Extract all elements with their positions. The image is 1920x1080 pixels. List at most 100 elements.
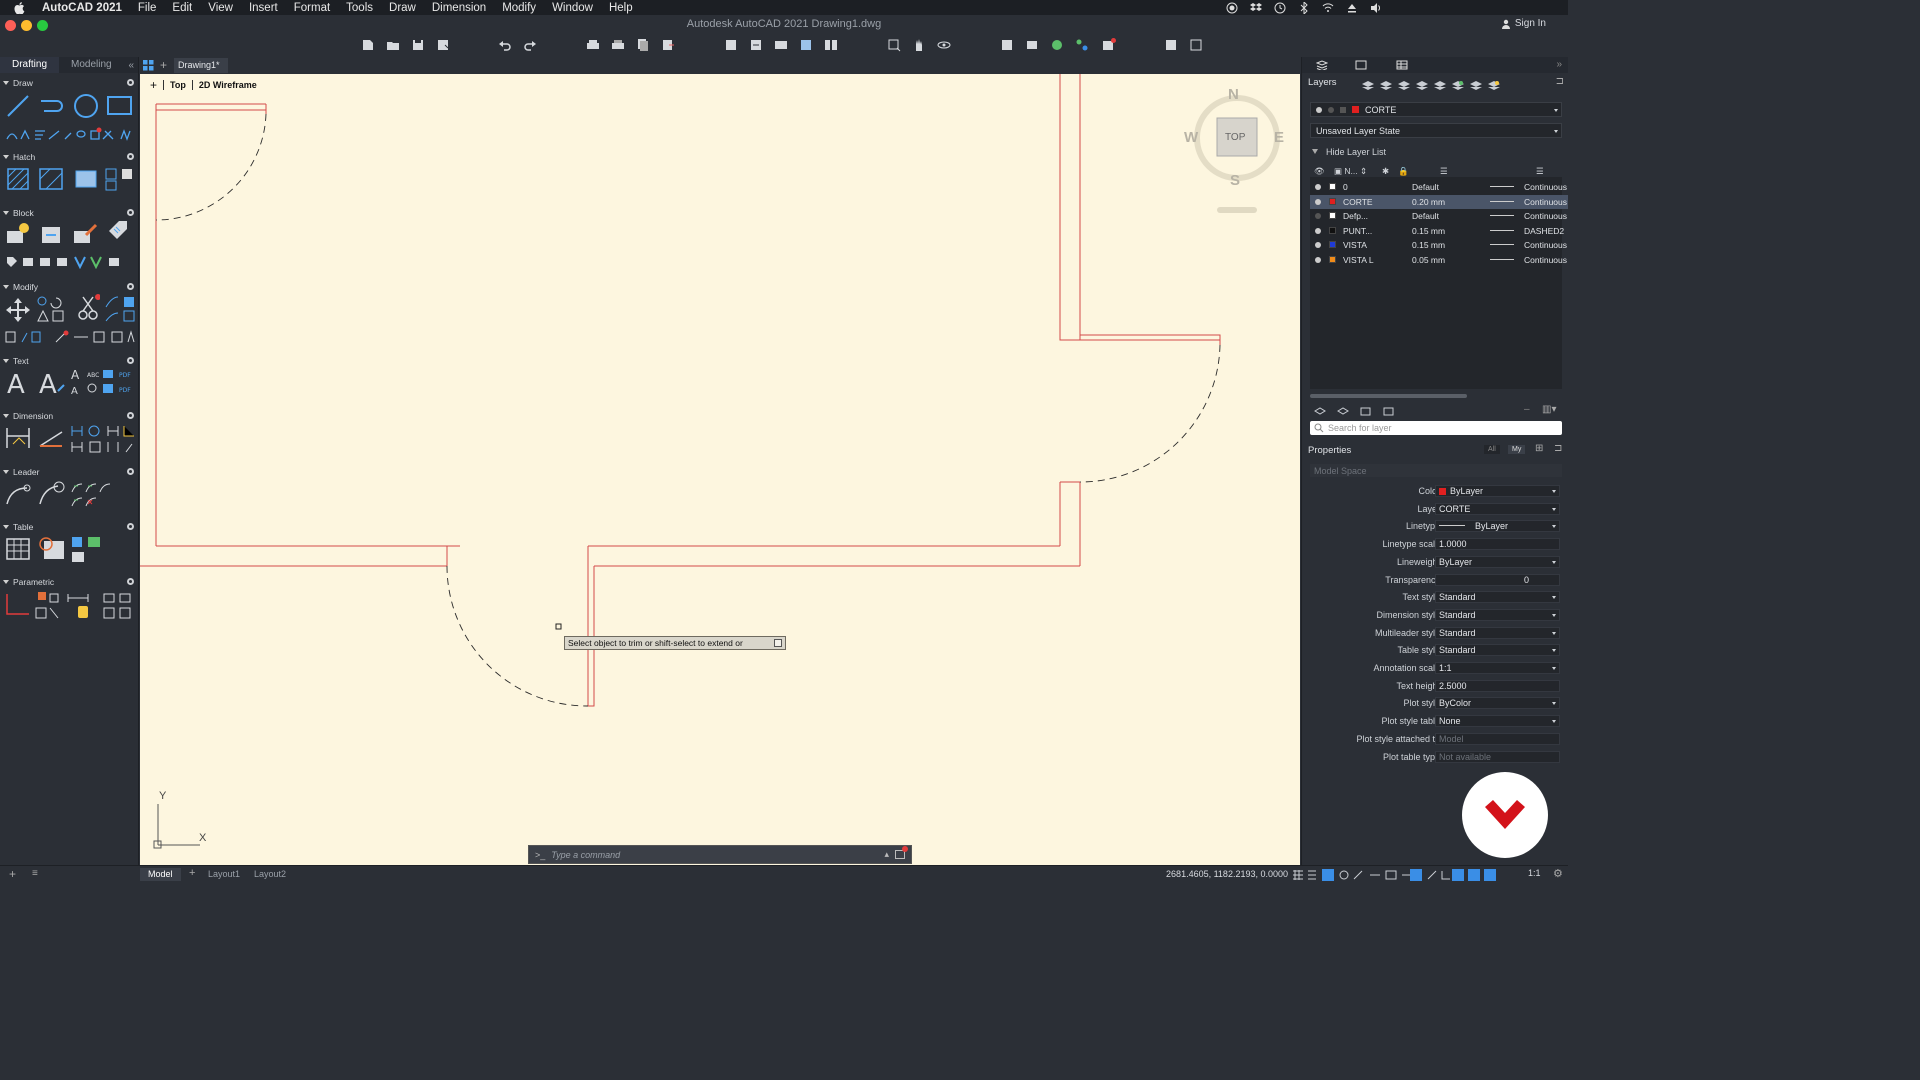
undo-icon[interactable] bbox=[498, 38, 512, 52]
section-collapse-icon[interactable] bbox=[3, 470, 9, 474]
layer-lineweight[interactable]: 0.05 mm bbox=[1412, 255, 1445, 265]
zoom-window-icon[interactable] bbox=[887, 38, 901, 52]
current-layer-dropdown[interactable]: CORTE bbox=[1310, 102, 1562, 117]
geometric-constraint-icon[interactable] bbox=[5, 592, 31, 618]
property-value[interactable]: 2.5000 bbox=[1435, 679, 1560, 692]
property-value[interactable]: Standard bbox=[1435, 608, 1560, 621]
command-input[interactable]: Type a command bbox=[551, 850, 620, 860]
layer-lineweight[interactable]: Default bbox=[1412, 182, 1439, 192]
layer-visibility-icon[interactable] bbox=[1315, 184, 1321, 190]
table-icon[interactable] bbox=[5, 537, 31, 561]
command-close-icon[interactable] bbox=[895, 846, 908, 859]
property-value[interactable]: ByLayer bbox=[1435, 485, 1560, 497]
compare-icon[interactable] bbox=[824, 38, 838, 52]
command-prompt-icon[interactable]: >_ bbox=[529, 850, 551, 860]
save-icon[interactable] bbox=[411, 38, 425, 52]
data-extraction-icon[interactable] bbox=[38, 535, 66, 561]
pan-icon[interactable] bbox=[912, 38, 926, 52]
layer-name[interactable]: PUNT... bbox=[1343, 226, 1372, 236]
eject-icon[interactable] bbox=[1346, 2, 1358, 14]
layers-dock-icon[interactable]: ⊐ bbox=[1556, 76, 1564, 87]
layers-tab-icon[interactable] bbox=[1316, 60, 1328, 70]
linetype-column-icon[interactable]: ☰ bbox=[1536, 166, 1544, 177]
settings-gear-icon[interactable]: ⚙ bbox=[1553, 867, 1563, 880]
visibility-column-icon[interactable]: 👁 bbox=[1314, 166, 1325, 177]
text-extra-tools[interactable]: A ABC PDF A PDF bbox=[70, 367, 136, 397]
layer-row[interactable]: Defp... Default Continuous bbox=[1310, 209, 1568, 223]
tab-layout1[interactable]: Layout1 bbox=[200, 868, 248, 881]
layer-visibility-icon[interactable] bbox=[1315, 257, 1321, 263]
boundary-icon[interactable] bbox=[74, 167, 98, 191]
gradient-icon[interactable] bbox=[38, 167, 64, 191]
settings-icon[interactable] bbox=[127, 153, 134, 160]
menu-edit[interactable]: Edit bbox=[164, 2, 200, 14]
tab-drafting[interactable]: Drafting bbox=[0, 57, 60, 73]
layer-linetype[interactable]: Continuous bbox=[1524, 182, 1567, 192]
record-icon[interactable] bbox=[1226, 2, 1238, 14]
collapse-panel-icon[interactable]: « bbox=[128, 60, 138, 71]
line-tool-icon[interactable] bbox=[5, 93, 31, 119]
share-icon[interactable] bbox=[1164, 38, 1178, 52]
menu-help[interactable]: Help bbox=[601, 2, 641, 14]
add-palette-icon[interactable]: + bbox=[9, 867, 16, 881]
menu-modify[interactable]: Modify bbox=[494, 2, 544, 14]
layer-linetype[interactable]: Continuous bbox=[1524, 197, 1567, 207]
settings-icon[interactable] bbox=[127, 578, 134, 585]
property-value[interactable]: ByColor bbox=[1435, 697, 1560, 710]
viewcube[interactable] bbox=[1194, 95, 1280, 213]
property-value[interactable]: CORTE bbox=[1435, 502, 1560, 515]
section-collapse-icon[interactable] bbox=[3, 211, 9, 215]
layer-linetype[interactable]: Continuous bbox=[1524, 211, 1567, 221]
menu-dimension[interactable]: Dimension bbox=[424, 2, 494, 14]
settings-icon[interactable] bbox=[127, 357, 134, 364]
layer-state-dropdown[interactable]: Unsaved Layer State bbox=[1310, 123, 1562, 138]
publish-icon[interactable] bbox=[636, 38, 650, 52]
table-extra-tools[interactable] bbox=[70, 535, 104, 565]
cloud-icon[interactable] bbox=[1189, 38, 1203, 52]
settings-icon[interactable] bbox=[127, 283, 134, 290]
list-view-options-icon[interactable]: ▥▾ bbox=[1542, 404, 1556, 415]
settings-icon[interactable] bbox=[127, 523, 134, 530]
tab-modeling[interactable]: Modeling bbox=[59, 57, 124, 73]
layer-list-scrollbar[interactable] bbox=[1310, 394, 1467, 398]
plot-icon[interactable] bbox=[586, 38, 600, 52]
lineweight-column-icon[interactable]: ☰ bbox=[1440, 166, 1448, 177]
settings-icon[interactable] bbox=[127, 412, 134, 419]
viewcube-north-label[interactable]: N bbox=[1228, 86, 1239, 103]
expand-palette-icon[interactable]: » bbox=[1556, 59, 1562, 70]
settings-icon[interactable] bbox=[127, 209, 134, 216]
bluetooth-icon[interactable] bbox=[1298, 1, 1310, 14]
insert-block-icon[interactable] bbox=[5, 221, 31, 247]
menu-draw[interactable]: Draw bbox=[381, 2, 424, 14]
settings-icon[interactable] bbox=[127, 468, 134, 475]
hide-layer-list-toggle[interactable]: Hide Layer List bbox=[1310, 144, 1562, 159]
menu-format[interactable]: Format bbox=[286, 2, 338, 14]
multileader-icon[interactable] bbox=[5, 482, 31, 508]
layer-lineweight[interactable]: 0.15 mm bbox=[1412, 240, 1445, 250]
properties-toggle-icon[interactable] bbox=[1000, 38, 1014, 52]
lock-column-icon[interactable]: 🔒 bbox=[1398, 166, 1409, 177]
layer-linetype[interactable]: Continuous bbox=[1524, 240, 1567, 250]
layer-name[interactable]: Defp... bbox=[1343, 211, 1368, 221]
menu-insert[interactable]: Insert bbox=[241, 2, 286, 14]
apple-icon[interactable] bbox=[12, 1, 26, 15]
attribute-icon[interactable] bbox=[106, 219, 132, 245]
quick-select-icon[interactable]: ⊞ bbox=[1535, 443, 1543, 454]
tool-palettes-icon[interactable] bbox=[1050, 38, 1064, 52]
match-properties-icon[interactable] bbox=[1075, 38, 1089, 52]
menu-file[interactable]: File bbox=[130, 2, 165, 14]
section-collapse-icon[interactable] bbox=[3, 580, 9, 584]
layer-color-swatch[interactable] bbox=[1329, 183, 1336, 190]
export-icon[interactable] bbox=[661, 38, 675, 52]
layer-color-swatch[interactable] bbox=[1329, 256, 1336, 263]
settings-icon[interactable] bbox=[127, 79, 134, 86]
property-value[interactable]: Standard bbox=[1435, 626, 1560, 639]
sign-in-button[interactable]: Sign In bbox=[1501, 18, 1546, 29]
polyline-tool-icon[interactable] bbox=[38, 93, 66, 119]
viewcube-west-label[interactable]: W bbox=[1184, 129, 1198, 146]
viewcube-east-label[interactable]: E bbox=[1274, 129, 1284, 146]
orbit-icon[interactable] bbox=[937, 38, 951, 52]
move-icon[interactable] bbox=[5, 297, 31, 323]
modify-extra-tools[interactable] bbox=[104, 295, 136, 325]
linear-dimension-icon[interactable] bbox=[5, 426, 31, 450]
